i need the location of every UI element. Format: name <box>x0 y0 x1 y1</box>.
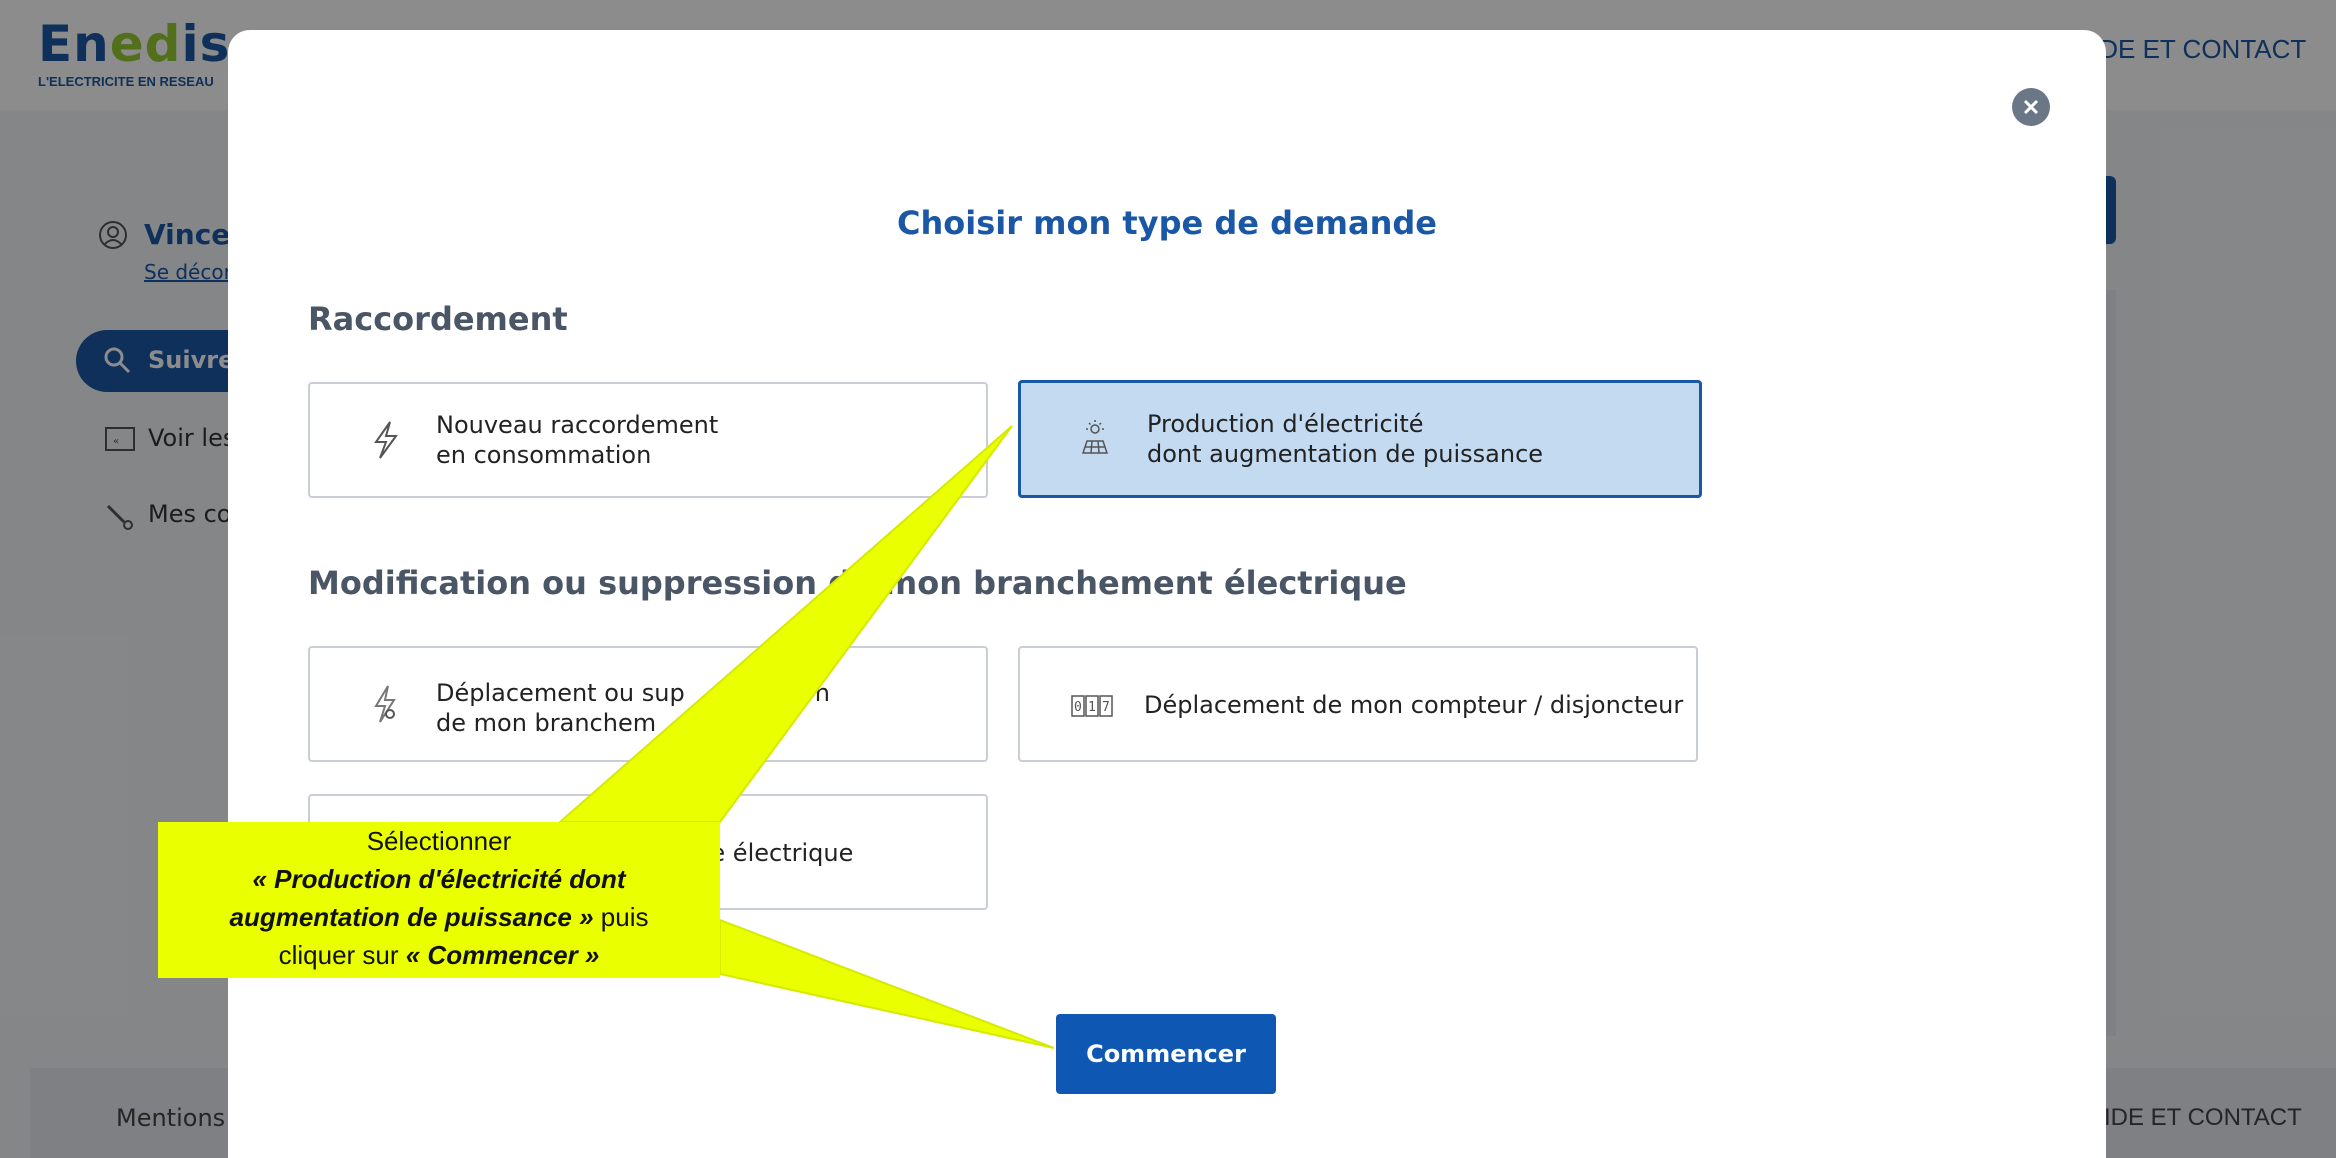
option-production-electricite[interactable]: Production d'électricité dont augmentati… <box>1018 380 1702 498</box>
svg-text:0: 0 <box>1074 700 1082 715</box>
instruction-callout: Sélectionner « Production d'électricité … <box>229 826 649 970</box>
close-button[interactable] <box>2012 88 2050 126</box>
option-nouveau-raccordement[interactable]: Nouveau raccordement en consommation <box>308 382 988 498</box>
solar-panel-icon <box>1081 420 1109 454</box>
section-title-raccordement: Raccordement <box>308 300 568 338</box>
option-label-line1: Nouveau raccordement <box>436 411 719 439</box>
modal-title: Choisir mon type de demande <box>897 204 1437 242</box>
commencer-button[interactable]: Commencer <box>1056 1014 1276 1094</box>
svg-text:1: 1 <box>1088 700 1096 715</box>
option-deplacement-branchement[interactable]: Déplacement ou sup n de mon branchem ctriq… <box>308 646 988 762</box>
section-title-modification: Modification ou suppression de mon branc… <box>308 564 1407 602</box>
option-deplacement-compteur[interactable]: 0 1 7 Déplacement de mon compteur / disj… <box>1018 646 1698 762</box>
meter-icon: 0 1 7 <box>1071 695 1113 717</box>
lightning-off-icon <box>374 685 396 723</box>
option-label-line2: en consommation <box>436 441 652 469</box>
option-label-line1: Déplacement ou sup n <box>436 679 830 707</box>
option-label-line2: de mon branchem ctrique <box>436 709 781 737</box>
option-label-line1: Production d'électricité <box>1147 410 1424 438</box>
lightning-icon <box>374 421 398 459</box>
svg-text:7: 7 <box>1102 700 1110 715</box>
option-label-line2: dont augmentation de puissance <box>1147 440 1544 468</box>
close-icon <box>2023 99 2039 115</box>
option-label-line1: Déplacement de mon compteur / disjoncteu… <box>1144 691 1684 719</box>
